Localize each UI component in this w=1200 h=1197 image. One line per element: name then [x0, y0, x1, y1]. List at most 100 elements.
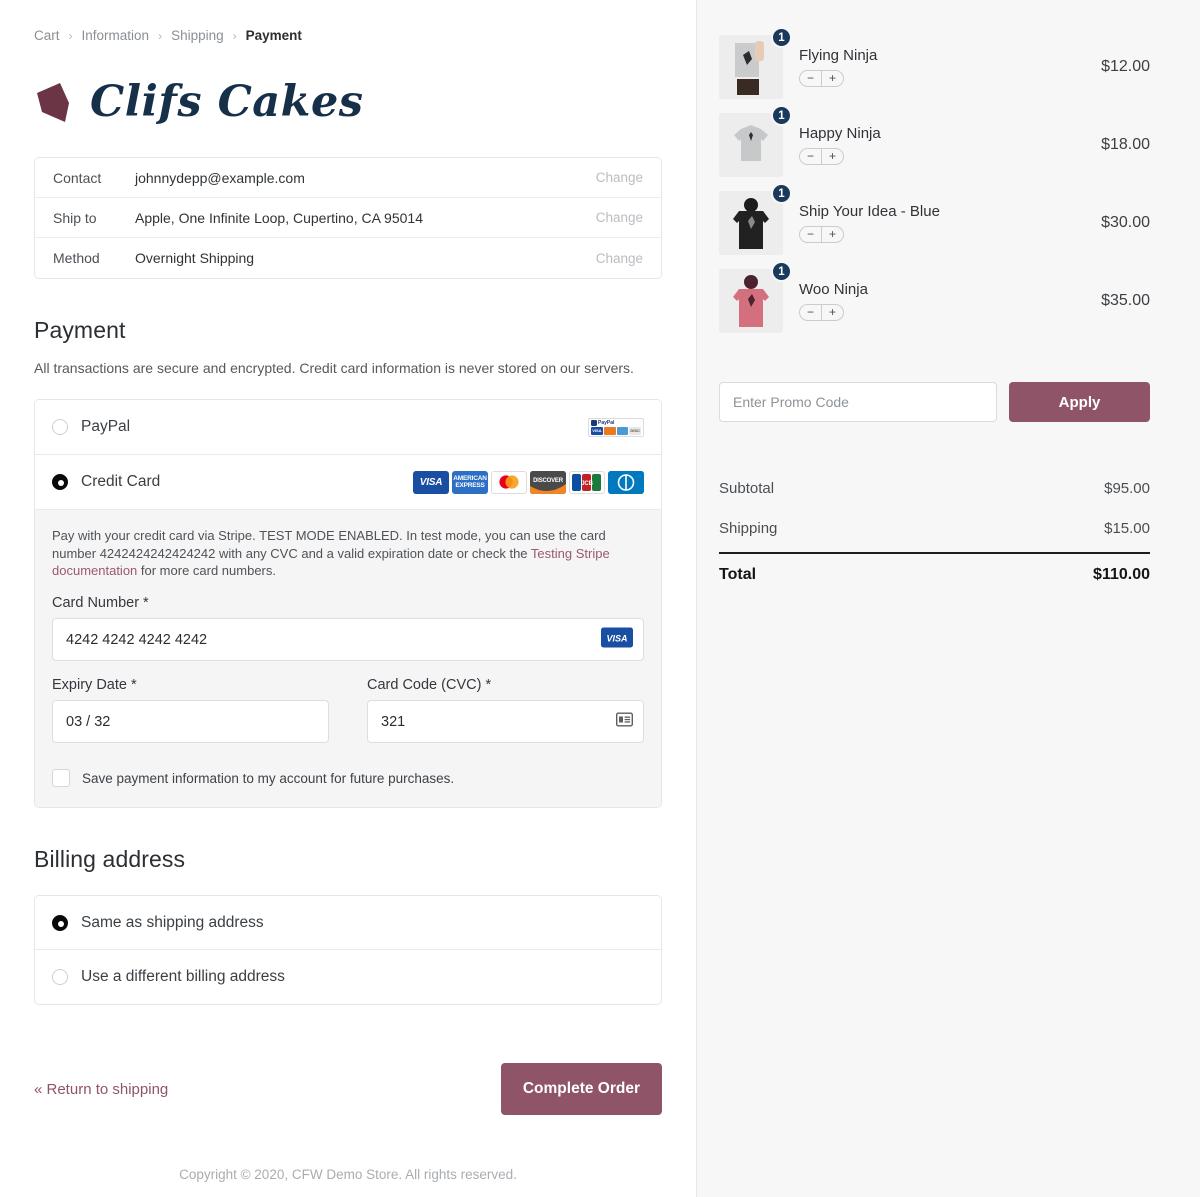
- info-value-shipto: Apple, One Infinite Loop, Cupertino, CA …: [135, 209, 423, 226]
- accepted-card-brands: VISA AMERICAN EXPRESS DISCOVER JCB: [413, 470, 644, 494]
- info-label-method: Method: [53, 250, 100, 266]
- info-label-contact: Contact: [53, 169, 102, 186]
- chevron-right-icon: ›: [158, 28, 163, 43]
- quantity-stepper[interactable]: − +: [799, 303, 844, 321]
- checkout-main-column: Cart › Information › Shipping › Payment …: [0, 0, 696, 1197]
- cart-item-price: $12.00: [1101, 58, 1150, 75]
- info-row-method: Method Overnight Shipping Change: [35, 238, 661, 278]
- cvc-group: Card Code (CVC) *: [367, 661, 644, 744]
- subtotal-value: $95.00: [1104, 479, 1150, 497]
- stripe-note-part2: for more card numbers.: [137, 563, 276, 579]
- expiry-cvc-row: Expiry Date * Card Code (CVC) *: [52, 661, 644, 744]
- footer-copyright: Copyright © 2020, CFW Demo Store. All ri…: [179, 1167, 517, 1183]
- cart-item-name: Happy Ninja: [799, 124, 881, 142]
- billing-address-heading: Billing address: [34, 846, 186, 873]
- increase-qty-button[interactable]: +: [822, 149, 843, 164]
- save-payment-checkbox[interactable]: [52, 769, 70, 788]
- save-payment-label: Save payment information to my account f…: [82, 770, 455, 786]
- card-number-field: VISA: [52, 618, 644, 662]
- payment-option-paypal-label: PayPal: [81, 418, 131, 436]
- change-contact-link[interactable]: Change: [596, 170, 643, 185]
- cart-item-qty-badge: 1: [771, 27, 792, 48]
- amex-icon: [616, 426, 629, 435]
- order-totals: Subtotal $95.00 Shipping $15.00 Total $1…: [719, 468, 1150, 596]
- paypal-brand-badge: PayPal VISA DISC: [588, 417, 644, 437]
- payment-description: All transactions are secure and encrypte…: [34, 360, 634, 376]
- increase-qty-button[interactable]: +: [822, 71, 843, 86]
- breadcrumb-item-payment[interactable]: Payment: [246, 28, 302, 43]
- save-payment-row[interactable]: Save payment information to my account f…: [52, 769, 644, 788]
- expiry-field: [52, 700, 329, 744]
- quantity-stepper[interactable]: − +: [799, 69, 844, 87]
- change-method-link[interactable]: Change: [596, 251, 643, 266]
- total-label: Total: [719, 566, 757, 583]
- card-number-label: Card Number *: [52, 595, 149, 612]
- change-shipto-link[interactable]: Change: [596, 210, 643, 225]
- card-number-input[interactable]: [52, 618, 644, 662]
- increase-qty-button[interactable]: +: [822, 227, 843, 242]
- expiry-input[interactable]: [52, 700, 329, 744]
- radio-different-billing[interactable]: [52, 969, 68, 986]
- cart-item-details: Flying Ninja − +: [799, 47, 1101, 88]
- apply-promo-button[interactable]: Apply: [1009, 382, 1150, 422]
- cvc-field: [367, 700, 644, 744]
- increase-qty-button[interactable]: +: [822, 305, 843, 320]
- cart-item-name: Ship Your Idea - Blue: [799, 202, 940, 220]
- decrease-qty-button[interactable]: −: [800, 149, 821, 164]
- visa-icon: VISA: [601, 627, 633, 652]
- grand-total-row: Total $110.00: [719, 552, 1150, 596]
- cart-item: 1 Ship Your Idea - Blue − + $30.00: [719, 183, 1150, 262]
- checkout-page: Cart › Information › Shipping › Payment …: [0, 0, 1200, 1197]
- expiry-group: Expiry Date *: [52, 661, 329, 744]
- store-logo[interactable]: Clifs Cakes: [34, 71, 662, 133]
- decrease-qty-button[interactable]: −: [800, 227, 821, 242]
- cart-item-thumb-wrap: 1: [719, 183, 792, 255]
- order-sidebar: 1 Flying Ninja − + $12.00 1 Happy Ninja …: [696, 0, 1200, 1197]
- mastercard-icon: [491, 470, 527, 494]
- cart-item-price: $30.00: [1101, 214, 1150, 231]
- amex-icon: AMERICAN EXPRESS: [452, 470, 488, 494]
- cart-item-thumb-wrap: 1: [719, 27, 792, 99]
- breadcrumb-item-information[interactable]: Information: [82, 28, 150, 43]
- decrease-qty-button[interactable]: −: [800, 305, 821, 320]
- quantity-stepper[interactable]: − +: [799, 147, 844, 165]
- cart-item-price: $18.00: [1101, 136, 1150, 153]
- return-to-shipping-link[interactable]: « Return to shipping: [34, 1081, 168, 1098]
- paypal-icon: PayPal: [591, 419, 641, 426]
- shipping-label: Shipping: [719, 519, 778, 537]
- cake-slice-logo-icon: [37, 83, 69, 122]
- cart-item-name: Woo Ninja: [799, 280, 868, 298]
- billing-option-same[interactable]: Same as shipping address: [35, 896, 661, 951]
- chevron-right-icon: ›: [68, 28, 73, 43]
- cart-item-qty-badge: 1: [771, 261, 792, 282]
- payment-option-credit-card-label: Credit Card: [81, 473, 161, 491]
- radio-paypal[interactable]: [52, 419, 68, 436]
- cart-item-details: Happy Ninja − +: [799, 125, 1101, 166]
- form-actions: « Return to shipping Complete Order: [34, 1063, 662, 1116]
- info-row-contact: Contact johnnydepp@example.com Change: [35, 158, 661, 198]
- radio-credit-card[interactable]: [52, 474, 68, 491]
- visa-icon: VISA: [591, 426, 603, 435]
- quantity-stepper[interactable]: − +: [799, 225, 844, 243]
- card-cvc-icon: [615, 712, 634, 731]
- payment-option-paypal[interactable]: PayPal PayPal VISA DISC: [35, 400, 661, 456]
- shipping-value: $15.00: [1104, 519, 1150, 537]
- payment-heading: Payment: [34, 317, 126, 343]
- promo-code-row: Apply: [719, 382, 1150, 422]
- cart-item: 1 Woo Ninja − + $35.00: [719, 261, 1150, 340]
- cart-item-thumb-wrap: 1: [719, 261, 792, 333]
- billing-option-different[interactable]: Use a different billing address: [35, 950, 661, 1004]
- decrease-qty-button[interactable]: −: [800, 71, 821, 86]
- payment-option-credit-card[interactable]: Credit Card VISA AMERICAN EXPRESS DISCOVE: [35, 455, 661, 511]
- breadcrumb-item-cart[interactable]: Cart: [34, 28, 60, 43]
- breadcrumb-item-shipping[interactable]: Shipping: [171, 28, 224, 43]
- billing-address-group: Same as shipping address Use a different…: [34, 895, 662, 1006]
- complete-order-button[interactable]: Complete Order: [500, 1063, 662, 1116]
- info-row-shipto: Ship to Apple, One Infinite Loop, Cupert…: [35, 198, 661, 238]
- promo-code-input[interactable]: [719, 382, 997, 422]
- store-name: Clifs Cakes: [90, 77, 364, 127]
- cart-item: 1 Happy Ninja − + $18.00: [719, 105, 1150, 184]
- radio-same-as-shipping[interactable]: [52, 914, 68, 931]
- svg-text:VISA: VISA: [606, 633, 627, 643]
- cvc-input[interactable]: [367, 700, 644, 744]
